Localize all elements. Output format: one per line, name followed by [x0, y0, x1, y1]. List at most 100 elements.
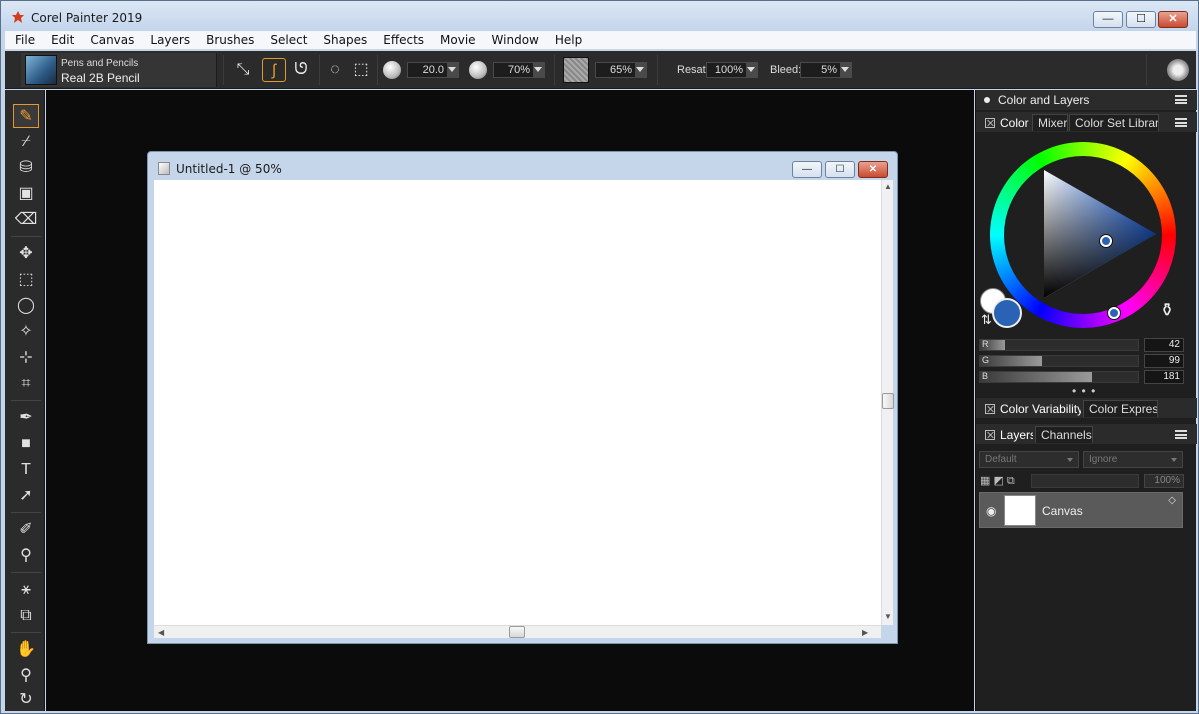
- red-value-field[interactable]: 42: [1144, 338, 1184, 352]
- eraser-tool-icon[interactable]: ⌫: [13, 208, 39, 232]
- more-options-icon[interactable]: • • •: [1072, 384, 1096, 398]
- menu-edit[interactable]: Edit: [41, 33, 80, 47]
- stroke-attributes-icon[interactable]: ⬚: [349, 58, 373, 82]
- maximize-button[interactable]: ☐: [1126, 11, 1156, 28]
- vertical-scroll-thumb[interactable]: [882, 393, 894, 409]
- magic-wand-tool-icon[interactable]: ✧: [13, 320, 39, 344]
- dropper-tool-icon[interactable]: ⌿: [13, 130, 39, 154]
- close-button[interactable]: ✕: [1158, 11, 1188, 28]
- triangle-selector[interactable]: [1100, 235, 1112, 247]
- close-tab-icon[interactable]: [985, 404, 995, 414]
- selection-adjuster-tool-icon[interactable]: ⊹: [13, 346, 39, 370]
- menu-shapes[interactable]: Shapes: [313, 33, 373, 47]
- text-tool-icon[interactable]: T: [13, 458, 39, 482]
- gradient-tool-icon[interactable]: ▣: [13, 182, 39, 206]
- layer-row[interactable]: ◉ Canvas ◇: [979, 492, 1183, 528]
- paper-grain-swatch[interactable]: [563, 57, 589, 83]
- swap-colors-icon[interactable]: ⇅: [981, 312, 992, 328]
- color-picker-icon[interactable]: ⚱: [1156, 300, 1178, 326]
- magnifier-tool-icon[interactable]: ⚲: [13, 664, 39, 688]
- mirror-painting-tool-icon[interactable]: ⚹: [13, 578, 39, 602]
- layer-lock-icons[interactable]: ▦ ◩ ⧉: [980, 474, 1015, 488]
- document-minimize-button[interactable]: —: [792, 161, 822, 178]
- brush-ghost-icon[interactable]: ◌: [323, 58, 347, 82]
- cloner-tool-icon[interactable]: ✐: [13, 518, 39, 542]
- hue-selector[interactable]: [1108, 307, 1120, 319]
- panel-menu-icon[interactable]: [1175, 95, 1187, 104]
- rectangle-shape-tool-icon[interactable]: ■: [13, 432, 39, 456]
- tab-color-set-libraries[interactable]: Color Set Libraries: [1069, 114, 1159, 131]
- menu-help[interactable]: Help: [545, 33, 588, 47]
- property-bar: Pens and Pencils Real 2B Pencil ⤡ ʃ ᘎ ◌ …: [5, 51, 1196, 89]
- menu-effects[interactable]: Effects: [373, 33, 430, 47]
- freehand-stroke-icon[interactable]: ʃ: [262, 58, 286, 82]
- saturation-value-triangle[interactable]: [1042, 168, 1158, 300]
- opacity-knob-icon[interactable]: [469, 61, 487, 79]
- menu-brushes[interactable]: Brushes: [196, 33, 260, 47]
- transform-tool-icon[interactable]: ⧉: [13, 604, 39, 628]
- scroll-left-icon[interactable]: ◀: [158, 628, 164, 637]
- layers-tab-row: Layers Channels: [976, 424, 1197, 444]
- resat-field[interactable]: 100%: [706, 62, 758, 78]
- paint-bucket-tool-icon[interactable]: ⛁: [13, 156, 39, 180]
- vertical-scrollbar[interactable]: ▲ ▼: [881, 180, 894, 625]
- brush-tool-icon[interactable]: ✎: [13, 104, 39, 128]
- color-panel-menu-icon[interactable]: [1175, 118, 1187, 127]
- tab-mixer[interactable]: Mixer: [1032, 114, 1068, 131]
- horizontal-scroll-thumb[interactable]: [509, 626, 525, 638]
- layer-opacity-field[interactable]: 100%: [1144, 474, 1184, 488]
- layer-adjuster-tool-icon[interactable]: ✥: [13, 242, 39, 266]
- rotate-page-tool-icon[interactable]: ↻: [13, 688, 39, 712]
- tab-color-variability[interactable]: Color Variability: [979, 400, 1082, 417]
- red-slider[interactable]: [979, 339, 1139, 351]
- scroll-down-icon[interactable]: ▼: [884, 612, 892, 621]
- menu-movie[interactable]: Movie: [430, 33, 482, 47]
- lasso-tool-icon[interactable]: ◯: [13, 294, 39, 318]
- close-tab-icon[interactable]: [985, 118, 995, 128]
- shape-selection-tool-icon[interactable]: ➚: [13, 484, 39, 508]
- visibility-eye-icon[interactable]: ◉: [986, 504, 996, 518]
- rubber-stamp-tool-icon[interactable]: ⚲: [13, 544, 39, 568]
- size-knob-icon[interactable]: [383, 61, 401, 79]
- minimize-button[interactable]: —: [1093, 11, 1123, 28]
- menu-select[interactable]: Select: [260, 33, 313, 47]
- tab-channels[interactable]: Channels: [1035, 426, 1093, 443]
- settings-gear-icon[interactable]: [1167, 59, 1189, 81]
- layers-panel-menu-icon[interactable]: [1175, 430, 1187, 439]
- rectangular-selection-tool-icon[interactable]: ⬚: [13, 268, 39, 292]
- layer-options-icon[interactable]: ◇: [1168, 495, 1176, 506]
- menu-file[interactable]: File: [5, 33, 41, 47]
- green-value-field[interactable]: 99: [1144, 354, 1184, 368]
- layer-opacity-slider[interactable]: [1031, 474, 1139, 488]
- document-maximize-button[interactable]: ☐: [825, 161, 855, 178]
- blue-slider[interactable]: [979, 371, 1139, 383]
- tab-layers[interactable]: Layers: [979, 426, 1034, 443]
- tab-color-express[interactable]: Color Express: [1083, 400, 1158, 417]
- grabber-tool-icon[interactable]: ✋: [13, 638, 39, 662]
- drawing-canvas[interactable]: [154, 180, 881, 625]
- blue-value-field[interactable]: 181: [1144, 370, 1184, 384]
- preserve-select[interactable]: Ignore: [1083, 451, 1183, 468]
- panel-collapse-icon[interactable]: [984, 97, 990, 103]
- scroll-up-icon[interactable]: ▲: [884, 182, 892, 191]
- size-field[interactable]: 20.0: [407, 62, 459, 78]
- bleed-field[interactable]: 5%: [800, 62, 852, 78]
- composite-method-select[interactable]: Default: [979, 451, 1079, 468]
- pen-tool-icon[interactable]: ✒: [13, 406, 39, 430]
- grain-field[interactable]: 65%: [595, 62, 647, 78]
- tab-color[interactable]: Color: [979, 114, 1031, 131]
- scroll-right-icon[interactable]: ▶: [862, 628, 868, 637]
- menu-window[interactable]: Window: [482, 33, 545, 47]
- menu-layers[interactable]: Layers: [140, 33, 196, 47]
- main-color-swatch[interactable]: [992, 298, 1022, 328]
- document-close-button[interactable]: ✕: [858, 161, 888, 178]
- reset-tool-icon[interactable]: ⤡: [231, 58, 255, 82]
- straight-line-stroke-icon[interactable]: ᘎ: [289, 58, 313, 82]
- opacity-field[interactable]: 70%: [493, 62, 545, 78]
- crop-tool-icon[interactable]: ⌗: [13, 372, 39, 396]
- green-slider[interactable]: [979, 355, 1139, 367]
- menu-canvas[interactable]: Canvas: [80, 33, 140, 47]
- close-tab-icon[interactable]: [985, 430, 995, 440]
- horizontal-scrollbar[interactable]: ◀ ▶: [154, 625, 881, 638]
- brush-selector[interactable]: Pens and Pencils Real 2B Pencil: [21, 53, 217, 87]
